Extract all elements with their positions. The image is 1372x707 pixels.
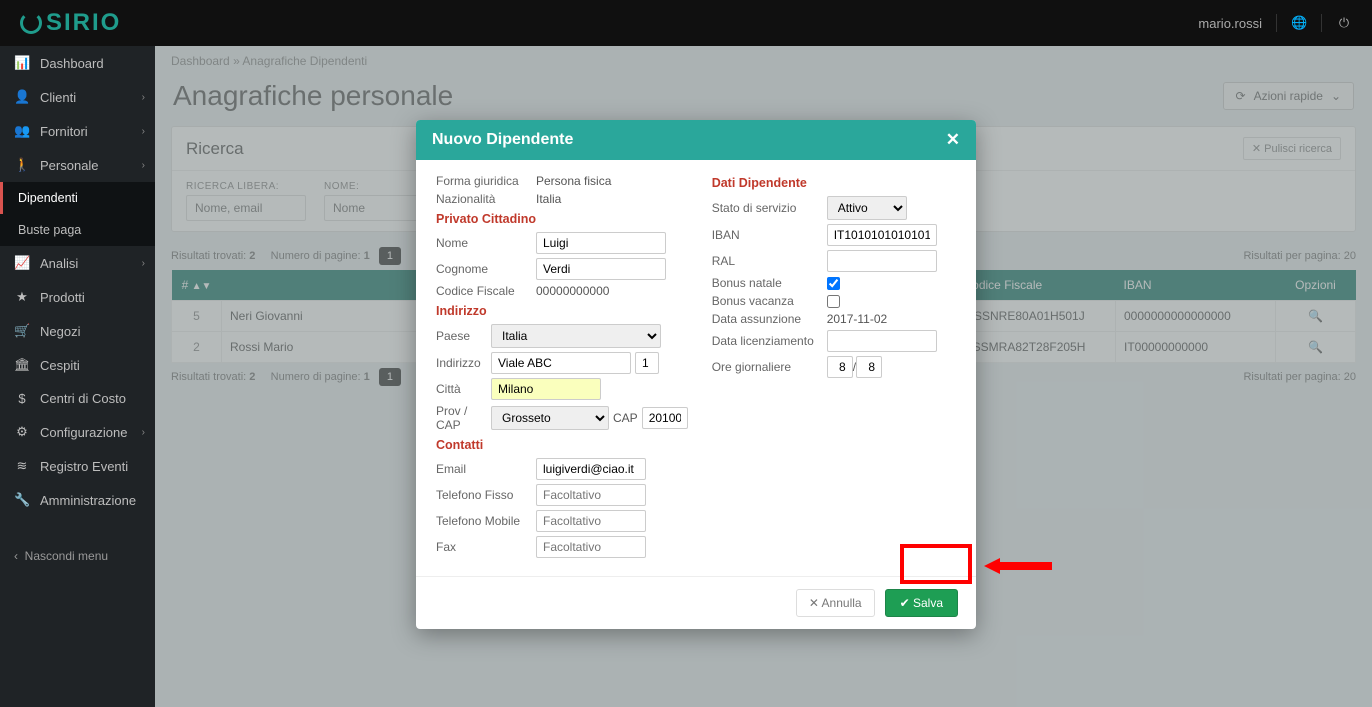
telfisso-input[interactable] xyxy=(536,484,646,506)
sidebar-item-personale[interactable]: 🚶Personale› xyxy=(0,148,155,182)
chevron-right-icon: › xyxy=(142,160,145,171)
sidebar-item-fornitori[interactable]: 👥Fornitori› xyxy=(0,114,155,148)
sidebar-sub-personale: Dipendenti Buste paga xyxy=(0,182,155,246)
chevron-right-icon: › xyxy=(142,92,145,103)
bonus-vacanza-checkbox[interactable] xyxy=(827,295,840,308)
section-contatti: Contatti xyxy=(436,438,688,452)
sidebar-item-centri[interactable]: $Centri di Costo xyxy=(0,382,155,415)
data-lic-input[interactable] xyxy=(827,330,937,352)
chevron-right-icon: › xyxy=(142,126,145,137)
modal-title: Nuovo Dipendente xyxy=(432,131,573,149)
modal-nuovo-dipendente: Nuovo Dipendente ✕ Forma giuridicaPerson… xyxy=(416,120,976,629)
cap-input[interactable] xyxy=(642,407,688,429)
cancel-button[interactable]: ✕ Annulla xyxy=(796,589,875,617)
sidebar-sub-dipendenti[interactable]: Dipendenti xyxy=(0,182,155,214)
gear-icon: ⚙ xyxy=(14,424,30,440)
hide-menu[interactable]: ‹ Nascondi menu xyxy=(0,539,155,573)
sidebar-item-prodotti[interactable]: ★Prodotti xyxy=(0,280,155,314)
nome-input[interactable] xyxy=(536,232,666,254)
sidebar-item-registro[interactable]: ≋Registro Eventi xyxy=(0,449,155,483)
civico-input[interactable] xyxy=(635,352,659,374)
ore-a-input[interactable] xyxy=(827,356,853,378)
sidebar-item-dashboard[interactable]: 📊Dashboard xyxy=(0,46,155,80)
sidebar-item-admin[interactable]: 🔧Amministrazione xyxy=(0,483,155,517)
chart-icon: 📈 xyxy=(14,255,30,271)
paese-select[interactable]: Italia xyxy=(491,324,661,348)
dollar-icon: $ xyxy=(14,391,30,406)
star-icon: ★ xyxy=(14,289,30,305)
sidebar-item-config[interactable]: ⚙Configurazione› xyxy=(0,415,155,449)
globe-icon[interactable]: 🌐 xyxy=(1291,15,1307,31)
indirizzo-input[interactable] xyxy=(491,352,631,374)
sidebar: 📊Dashboard 👤Clienti› 👥Fornitori› 🚶Person… xyxy=(0,46,155,707)
iban-input[interactable] xyxy=(827,224,937,246)
email-input[interactable] xyxy=(536,458,646,480)
citta-input[interactable] xyxy=(491,378,601,400)
logo-icon xyxy=(20,12,42,34)
sidebar-item-negozi[interactable]: 🛒Negozi xyxy=(0,314,155,348)
stato-select[interactable]: Attivo xyxy=(827,196,907,220)
section-privato: Privato Cittadino xyxy=(436,212,688,226)
logo: SIRIO xyxy=(20,9,121,37)
telmobile-input[interactable] xyxy=(536,510,646,532)
user-icon: 👤 xyxy=(14,89,30,105)
ral-input[interactable] xyxy=(827,250,937,272)
bank-icon: 🏛 xyxy=(14,357,30,373)
topbar-right: mario.rossi 🌐 ⏻ xyxy=(1198,14,1352,32)
chevron-left-icon: ‹ xyxy=(14,549,18,563)
power-icon[interactable]: ⏻ xyxy=(1336,15,1352,31)
annotation-arrow xyxy=(984,556,1054,576)
close-icon[interactable]: ✕ xyxy=(946,130,960,150)
chevron-right-icon: › xyxy=(142,258,145,269)
users-icon: 👥 xyxy=(14,123,30,139)
bonus-natale-checkbox[interactable] xyxy=(827,277,840,290)
person-icon: 🚶 xyxy=(14,157,30,173)
user-name[interactable]: mario.rossi xyxy=(1198,16,1262,31)
cart-icon: 🛒 xyxy=(14,323,30,339)
sidebar-sub-buste[interactable]: Buste paga xyxy=(0,214,155,246)
sidebar-item-analisi[interactable]: 📈Analisi› xyxy=(0,246,155,280)
wrench-icon: 🔧 xyxy=(14,492,30,508)
save-button[interactable]: ✔ Salva xyxy=(885,589,958,617)
chevron-right-icon: › xyxy=(142,427,145,438)
rss-icon: ≋ xyxy=(14,458,30,474)
prov-select[interactable]: Grosseto xyxy=(491,406,609,430)
topbar: SIRIO mario.rossi 🌐 ⏻ xyxy=(0,0,1372,46)
sidebar-item-cespiti[interactable]: 🏛Cespiti xyxy=(0,348,155,382)
logo-text: SIRIO xyxy=(46,9,121,37)
section-dati-dipendente: Dati Dipendente xyxy=(712,176,956,190)
fax-input[interactable] xyxy=(536,536,646,558)
section-indirizzo: Indirizzo xyxy=(436,304,688,318)
sidebar-item-clienti[interactable]: 👤Clienti› xyxy=(0,80,155,114)
dashboard-icon: 📊 xyxy=(14,55,30,71)
ore-b-input[interactable] xyxy=(856,356,882,378)
cognome-input[interactable] xyxy=(536,258,666,280)
